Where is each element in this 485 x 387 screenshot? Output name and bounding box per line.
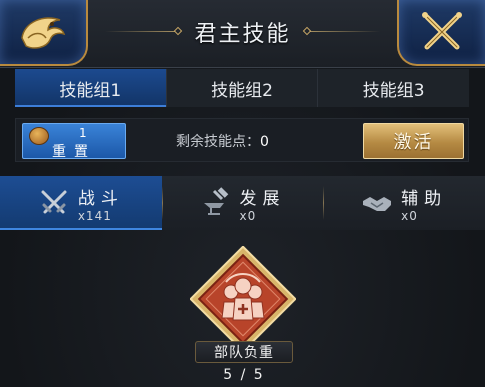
skill-points-bar: 1 重置 剩余技能点：0 激活 bbox=[15, 118, 469, 162]
back-button[interactable] bbox=[0, 0, 88, 66]
crossed-swords-icon bbox=[41, 190, 67, 214]
page-title: 君主技能 bbox=[194, 22, 291, 47]
skill-categories: 战斗 x141 发展 x0 辅助 x0 bbox=[0, 176, 485, 230]
reset-label: 重置 bbox=[52, 144, 96, 160]
close-x-icon bbox=[422, 12, 462, 50]
skill-group-tabs: 技能组1 技能组2 技能组3 bbox=[15, 69, 469, 107]
category-development[interactable]: 发展 x0 bbox=[161, 176, 324, 230]
skill-screen: 君主技能 技能组1 技能组2 技能组3 1 重置 剩余技能点：0 激活 战斗 x… bbox=[0, 0, 485, 387]
activate-button[interactable]: 激活 bbox=[363, 123, 464, 159]
skill-level: 5 / 5 bbox=[223, 367, 265, 383]
title-ornament-dot-left bbox=[173, 26, 183, 36]
category-combat-name: 战斗 bbox=[77, 188, 124, 209]
skill-name-label: 部队负重 bbox=[195, 341, 293, 363]
title-ornament-right bbox=[310, 31, 380, 32]
category-support-count: x0 bbox=[401, 208, 418, 223]
anvil-hammer-icon bbox=[203, 187, 228, 215]
category-combat[interactable]: 战斗 x141 bbox=[0, 176, 162, 230]
reset-button[interactable]: 1 重置 bbox=[22, 123, 126, 160]
tab-skill-group-1[interactable]: 技能组1 bbox=[15, 69, 167, 107]
title-ornament-left bbox=[105, 31, 175, 32]
close-button[interactable] bbox=[397, 0, 485, 66]
category-development-count: x0 bbox=[239, 208, 257, 223]
category-support-name: 辅助 bbox=[401, 188, 448, 209]
skill-tree-area bbox=[0, 230, 485, 387]
dragon-back-icon bbox=[21, 17, 66, 49]
remaining-points: 剩余技能点：0 bbox=[176, 131, 269, 151]
top-bar: 君主技能 bbox=[0, 0, 485, 68]
category-combat-count: x141 bbox=[77, 208, 112, 223]
tab-skill-group-3[interactable]: 技能组3 bbox=[318, 69, 469, 107]
remaining-points-value: 0 bbox=[260, 134, 269, 150]
reset-cost: 1 bbox=[79, 126, 87, 140]
category-development-name: 发展 bbox=[239, 188, 286, 209]
category-support[interactable]: 辅助 x0 bbox=[323, 176, 485, 230]
remaining-points-label: 剩余技能点： bbox=[176, 134, 260, 150]
handshake-icon bbox=[363, 197, 392, 211]
tab-skill-group-2[interactable]: 技能组2 bbox=[167, 69, 319, 107]
troop-load-icon[interactable] bbox=[190, 246, 296, 352]
title-wrap: 君主技能 bbox=[105, 12, 380, 52]
